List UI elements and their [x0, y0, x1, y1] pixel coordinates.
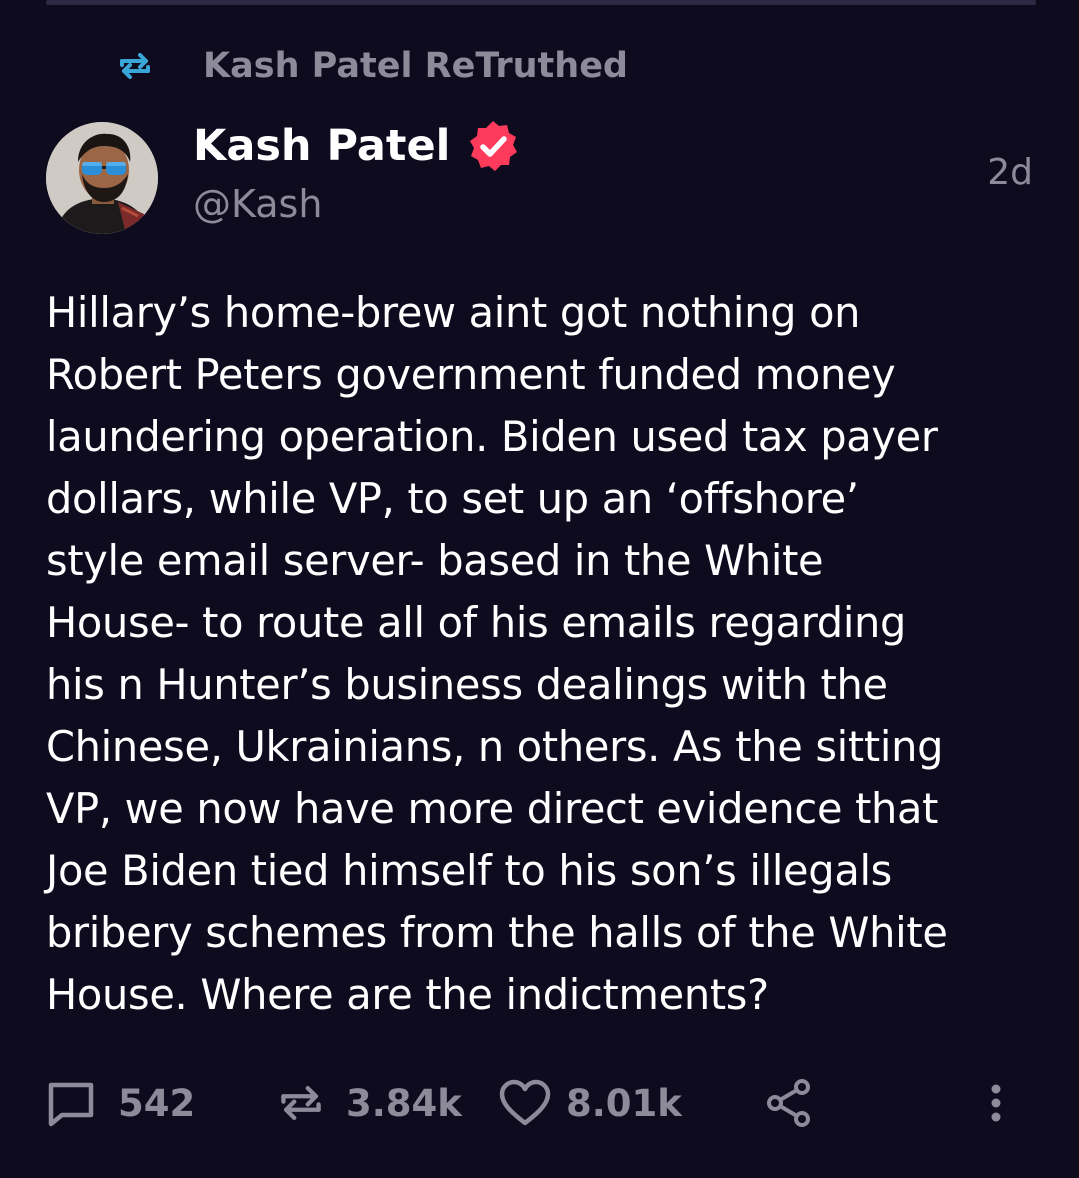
retruth-button[interactable]: 3.84k	[278, 1070, 462, 1136]
action-bar: 542 3.84k 8.01k	[46, 1070, 1036, 1136]
share-icon	[766, 1078, 812, 1128]
like-button[interactable]: 8.01k	[498, 1070, 682, 1136]
author-name[interactable]: Kash Patel	[193, 121, 450, 171]
truth-post: Kash Patel ReTruthed Kash Patel @Kash 2d…	[0, 0, 1079, 1178]
retruth-count: 3.84k	[346, 1081, 462, 1125]
post-body: Hillary’s home-brew aint got nothing on …	[46, 288, 948, 1019]
post-timestamp: 2d	[987, 152, 1033, 193]
author-name-row[interactable]: Kash Patel	[193, 117, 522, 175]
divider	[46, 0, 1036, 5]
comment-icon	[46, 1078, 96, 1128]
retruth-icon	[117, 48, 153, 84]
more-vertical-icon	[986, 1080, 1006, 1126]
verified-badge-icon	[464, 117, 522, 175]
heart-icon	[498, 1078, 552, 1128]
more-button[interactable]	[986, 1070, 1006, 1136]
retruth-banner[interactable]: Kash Patel ReTruthed	[117, 40, 628, 92]
retruth-label: Kash Patel ReTruthed	[203, 46, 628, 86]
retruth-icon	[278, 1080, 324, 1126]
like-count: 8.01k	[566, 1081, 682, 1125]
reply-button[interactable]: 542	[46, 1070, 195, 1136]
author-handle[interactable]: @Kash	[193, 182, 322, 226]
share-button[interactable]	[766, 1070, 812, 1136]
avatar[interactable]	[46, 122, 158, 234]
reply-count: 542	[118, 1081, 196, 1125]
